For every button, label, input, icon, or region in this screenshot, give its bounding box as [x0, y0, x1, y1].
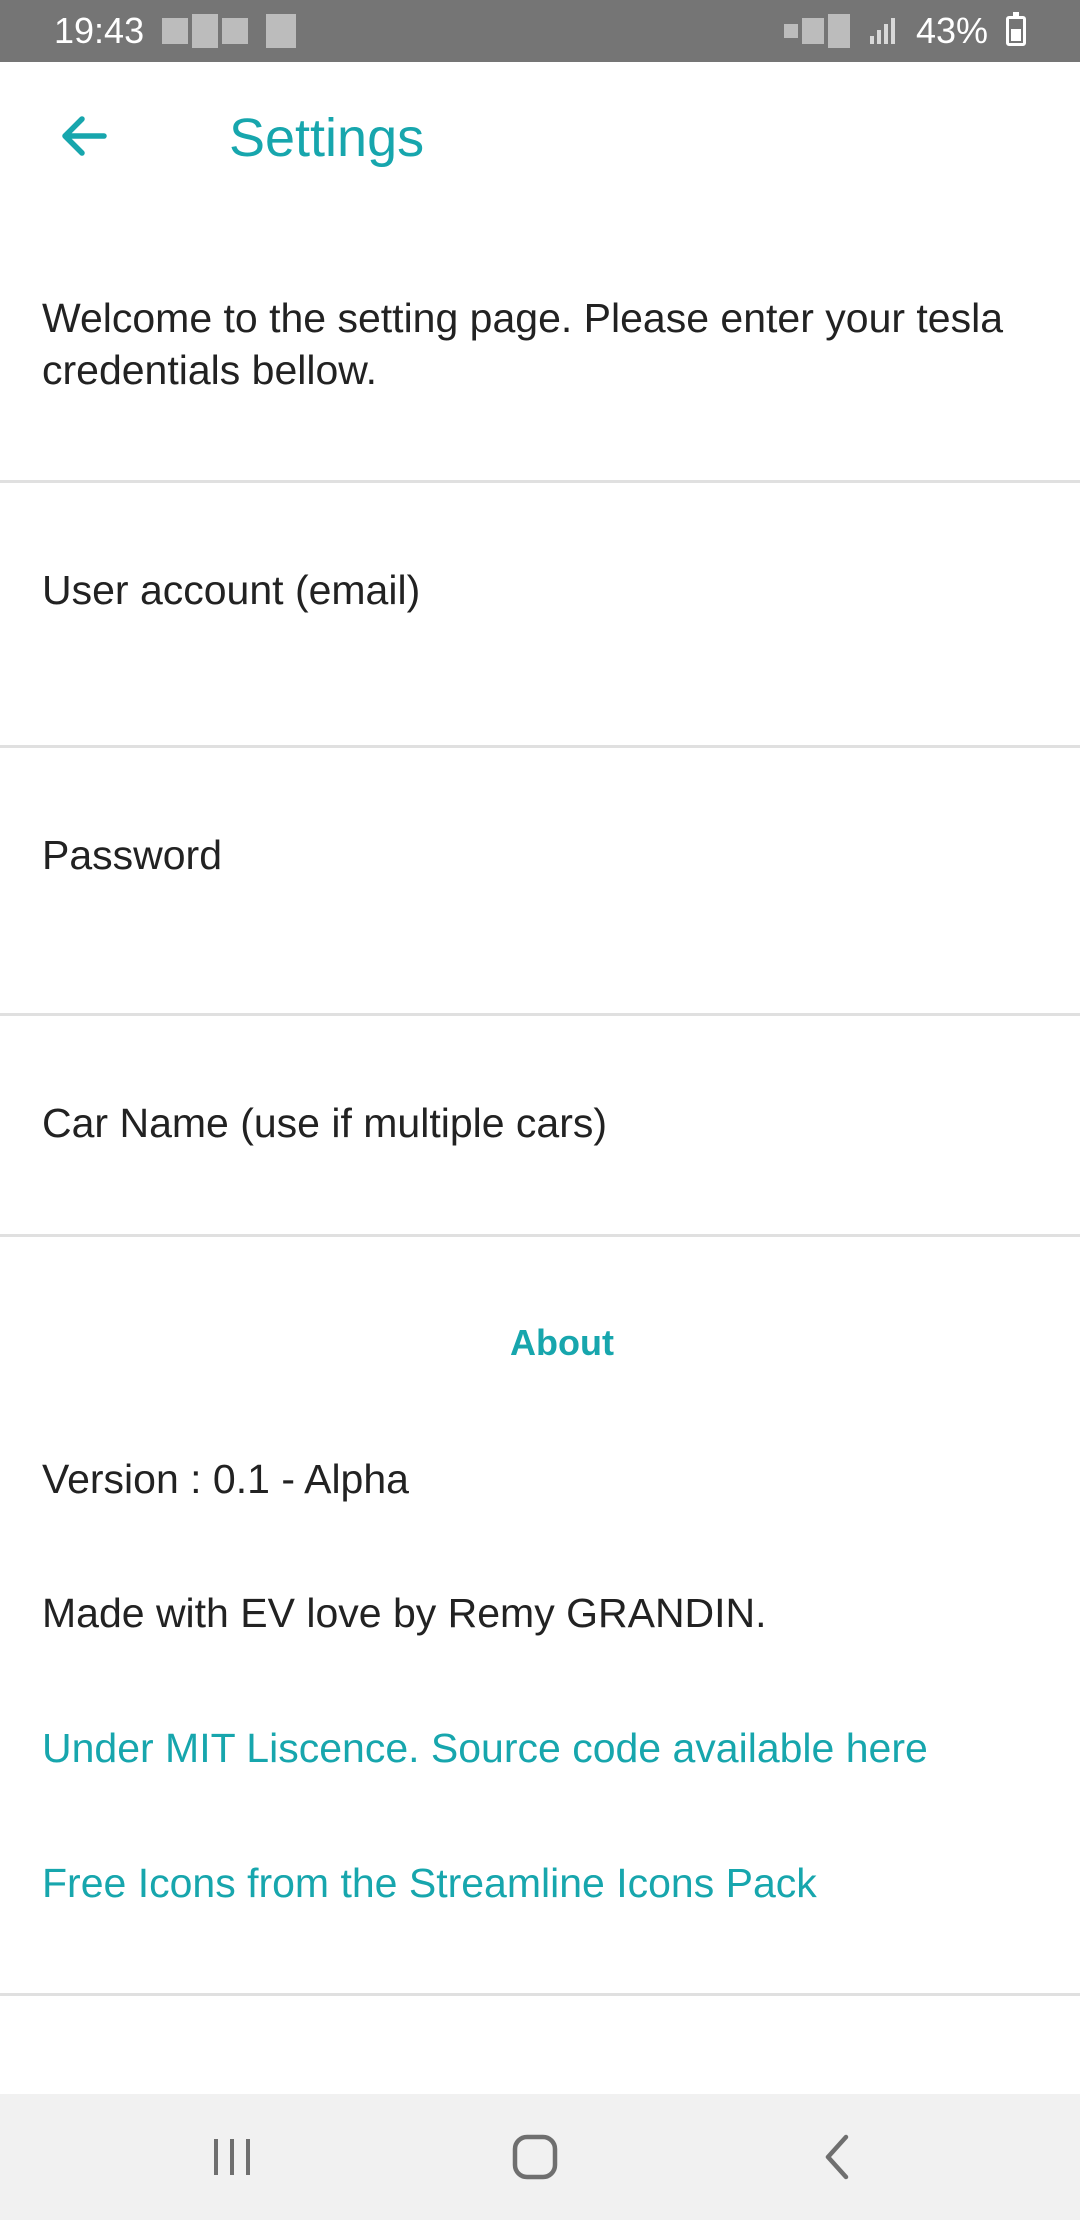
arrow-left-icon [62, 116, 107, 156]
status-bar-right: 43% [783, 10, 1026, 52]
email-field[interactable]: User account (email) [0, 483, 1080, 745]
intro-text: Welcome to the setting page. Please ente… [42, 295, 1004, 393]
license-link[interactable]: Under MIT Liscence. Source code availabl… [42, 1725, 928, 1772]
battery-percent: 43% [915, 10, 988, 51]
status-bar: 19:43 43% [0, 0, 1080, 62]
password-field-label: Password [42, 832, 223, 878]
password-field[interactable]: Password [0, 748, 1080, 1013]
back-chevron-icon [825, 2134, 849, 2180]
signal-icon [869, 18, 895, 44]
home-button[interactable] [495, 2124, 575, 2190]
car-name-field-label: Car Name (use if multiple cars) [42, 1100, 608, 1146]
app-bar: Settings [0, 62, 1080, 222]
divider [0, 1993, 1080, 1996]
version-text: Version : 0.1 - Alpha [42, 1456, 409, 1502]
status-time: 19:43 [54, 10, 145, 51]
page-title: Settings [229, 108, 425, 168]
about-header: About [510, 1322, 614, 1363]
divider [0, 1234, 1080, 1237]
car-name-field[interactable]: Car Name (use if multiple cars) [0, 1016, 1080, 1234]
credit-text: Made with EV love by Remy GRANDIN. [42, 1590, 767, 1636]
home-icon [512, 2134, 558, 2180]
battery-icon [1006, 12, 1026, 46]
icons-link[interactable]: Free Icons from the Streamline Icons Pac… [42, 1860, 817, 1907]
navigation-bar [0, 2094, 1080, 2220]
recents-icon [214, 2139, 250, 2175]
system-back-button[interactable] [797, 2124, 877, 2190]
network-icons [783, 14, 850, 48]
status-bar-left: 19:43 [54, 10, 297, 52]
notification-icons [162, 14, 297, 48]
back-button[interactable] [52, 104, 116, 168]
recents-button[interactable] [192, 2124, 272, 2190]
email-field-label: User account (email) [42, 567, 421, 613]
